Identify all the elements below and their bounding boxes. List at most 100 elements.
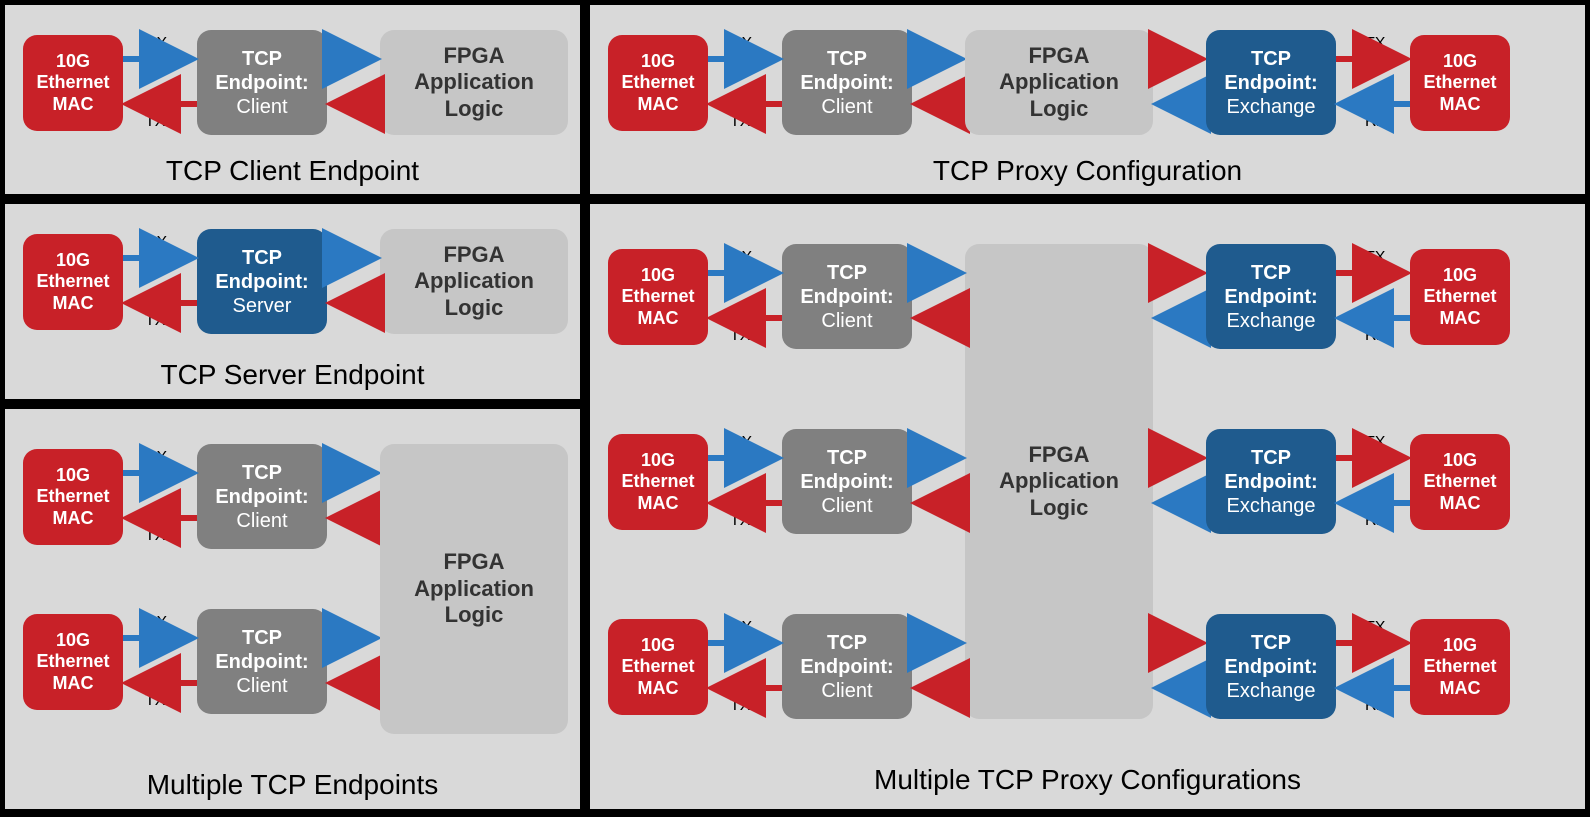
- mac-label: 10G Ethernet MAC: [1423, 450, 1496, 515]
- tx-label: TX: [730, 697, 750, 715]
- mac-block-r: 10G Ethernet MAC: [1410, 619, 1510, 715]
- arrow-in: [327, 512, 380, 524]
- mac-block: 10G Ethernet MAC: [608, 35, 708, 131]
- tcp-exchange-block: TCP Endpoint: Exchange: [1206, 30, 1336, 135]
- rx-label: RX: [730, 249, 752, 267]
- caption-proxy: TCP Proxy Configuration: [590, 155, 1585, 187]
- fpga-block: FPGA Application Logic: [380, 444, 568, 734]
- fpga-label: FPGA Application Logic: [999, 43, 1119, 122]
- tcp-label: TCP Endpoint:: [215, 47, 308, 95]
- tcp-label: TCP Endpoint:: [1224, 261, 1317, 309]
- arrow-rx-r: [1336, 98, 1410, 110]
- panel-server: 10G Ethernet MAC TCP Endpoint: Server FP…: [5, 204, 580, 399]
- tx-label: TX: [145, 312, 165, 330]
- fpga-block: FPGA Application Logic: [380, 30, 568, 135]
- caption-client: TCP Client Endpoint: [5, 155, 580, 187]
- tcp-client-block: TCP Endpoint:Client: [782, 244, 912, 349]
- arrow: [1336, 452, 1410, 464]
- arrow: [1153, 267, 1206, 279]
- mac-block: 10G Ethernet MAC: [608, 249, 708, 345]
- arrow: [1336, 267, 1410, 279]
- tcp-client-sub: Client: [821, 95, 872, 119]
- tx-label-r: TX: [1365, 434, 1385, 452]
- mac-label: 10G Ethernet MAC: [1423, 51, 1496, 116]
- tcp-client-block: TCP Endpoint: Client: [197, 30, 327, 135]
- arrow: [1336, 312, 1410, 324]
- caption-multi-endpoints: Multiple TCP Endpoints: [5, 769, 580, 801]
- arrow-out: [327, 53, 380, 65]
- arrow: [912, 267, 965, 279]
- arrow-in: [327, 98, 380, 110]
- tcp-client-sub: Client: [236, 674, 287, 698]
- tcp-exchange-sub: Exchange: [1227, 494, 1316, 518]
- arrow-rx: [708, 53, 782, 65]
- arrow-tx: [123, 98, 197, 110]
- tx-label-r: TX: [1365, 35, 1385, 53]
- tcp-client-block: TCP Endpoint: Client: [197, 444, 327, 549]
- arrow: [708, 497, 782, 509]
- tcp-client-block: TCP Endpoint:Client: [782, 614, 912, 719]
- rx-label: RX: [730, 35, 752, 53]
- rx-label: RX: [145, 449, 167, 467]
- tcp-server-sub: Server: [233, 294, 292, 318]
- arrow: [1153, 637, 1206, 649]
- arrow-tx: [123, 512, 197, 524]
- rx-label-r: RX: [1365, 512, 1387, 530]
- arrow: [708, 312, 782, 324]
- fpga-block: FPGA Application Logic: [380, 229, 568, 334]
- tcp-client-block: TCP Endpoint: Client: [782, 30, 912, 135]
- arrow: [1336, 682, 1410, 694]
- tx-label: TX: [730, 113, 750, 131]
- arrow-rx: [123, 252, 197, 264]
- mac-label: 10G Ethernet MAC: [621, 265, 694, 330]
- arrow-in-r: [1153, 98, 1206, 110]
- arrow-rx: [123, 632, 197, 644]
- tx-label-r: TX: [1365, 619, 1385, 637]
- arrow: [912, 452, 965, 464]
- tcp-exchange-sub: Exchange: [1227, 309, 1316, 333]
- fpga-label: FPGA Application Logic: [414, 549, 534, 628]
- arrow-in: [912, 98, 965, 110]
- rx-label-r: RX: [1365, 697, 1387, 715]
- arrow-rx: [123, 53, 197, 65]
- tcp-label: TCP Endpoint:: [1224, 47, 1317, 95]
- tx-label-r: TX: [1365, 249, 1385, 267]
- tcp-client-sub: Client: [821, 494, 872, 518]
- arrow: [912, 637, 965, 649]
- mac-block: 10G Ethernet MAC: [23, 35, 123, 131]
- arrow: [1153, 682, 1206, 694]
- arrow: [1336, 497, 1410, 509]
- arrow-rx: [123, 467, 197, 479]
- caption-server: TCP Server Endpoint: [5, 359, 580, 391]
- arrow-out: [327, 252, 380, 264]
- tcp-client-sub: Client: [236, 95, 287, 119]
- tcp-client-sub: Client: [821, 679, 872, 703]
- tcp-server-block: TCP Endpoint: Server: [197, 229, 327, 334]
- tx-label: TX: [145, 113, 165, 131]
- fpga-label: FPGA Application Logic: [999, 442, 1119, 521]
- arrow: [912, 682, 965, 694]
- panel-multi-proxy: FPGA Application Logic 10G Ethernet MAC …: [590, 204, 1585, 809]
- arrow: [708, 682, 782, 694]
- arrow-tx: [123, 677, 197, 689]
- rx-label: RX: [145, 614, 167, 632]
- arrow-out: [327, 467, 380, 479]
- tcp-label: TCP Endpoint:: [215, 626, 308, 674]
- mac-label: 10G Ethernet MAC: [36, 465, 109, 530]
- tcp-label: TCP Endpoint:: [800, 47, 893, 95]
- mac-block: 10G Ethernet MAC: [608, 619, 708, 715]
- arrow: [1153, 497, 1206, 509]
- arrow: [1153, 312, 1206, 324]
- tcp-client-sub: Client: [236, 509, 287, 533]
- mac-label: 10G Ethernet MAC: [36, 630, 109, 695]
- tcp-label: TCP Endpoint:: [800, 261, 893, 309]
- tcp-label: TCP Endpoint:: [800, 446, 893, 494]
- tcp-label: TCP Endpoint:: [1224, 631, 1317, 679]
- mac-label: 10G Ethernet MAC: [36, 250, 109, 315]
- tx-label: TX: [145, 527, 165, 545]
- tcp-label: TCP Endpoint:: [215, 246, 308, 294]
- caption-multi-proxy: Multiple TCP Proxy Configurations: [590, 764, 1585, 796]
- arrow-out: [327, 632, 380, 644]
- arrow-in: [327, 297, 380, 309]
- tx-label: TX: [730, 512, 750, 530]
